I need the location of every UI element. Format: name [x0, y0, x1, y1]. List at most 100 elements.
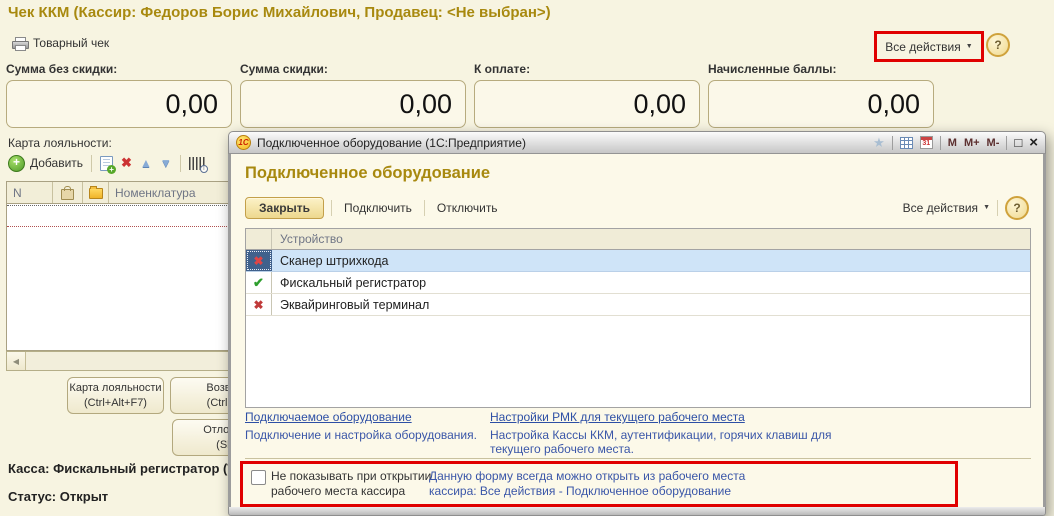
close-icon[interactable]: × [1029, 135, 1038, 150]
dialog-heading: Подключенное оборудование [245, 164, 491, 182]
column-bag[interactable] [53, 182, 83, 203]
plus-circle-icon: + [8, 154, 25, 172]
main-all-actions-button[interactable]: Все действия ▼ [874, 31, 984, 62]
table-row[interactable]: ✔ Фискальный регистратор [246, 272, 1030, 294]
status-line: Статус: Открыт [8, 489, 108, 504]
footer-hint-text: Данную форму всегда можно открыть из раб… [429, 469, 746, 498]
toolbar-separator [997, 199, 998, 216]
toolbar-separator [91, 154, 93, 172]
button-shortcut: (Ctrl+Alt+F7) [84, 396, 147, 409]
field-label: Сумма без скидки: [6, 62, 118, 76]
dialog-toolbar: Закрыть Подключить Отключить Все действи… [245, 195, 1029, 220]
connect-button[interactable]: Подключить [339, 201, 417, 215]
move-up-icon[interactable]: ▲ [140, 156, 152, 170]
titlebar-separator [939, 135, 941, 150]
maximize-icon[interactable]: □ [1014, 136, 1022, 149]
status-column [246, 229, 272, 249]
sum-without-discount-field[interactable]: 0,00 [6, 80, 232, 128]
link-description: Настройка Кассы ККМ, аутентификации, гор… [490, 428, 832, 456]
column-n[interactable]: N [7, 182, 53, 203]
disconnected-cross-icon: ✖ [253, 253, 264, 268]
toolbar-separator [423, 199, 425, 216]
connected-equipment-dialog: 1С Подключенное оборудование (1С:Предпри… [228, 131, 1046, 516]
delete-icon[interactable]: ✖ [121, 155, 132, 171]
1c-logo-icon: 1С [236, 135, 251, 150]
memory-mplus-button[interactable]: M+ [964, 137, 980, 149]
dialog-all-actions-button[interactable]: Все действия ▼ [903, 201, 990, 215]
kassa-label: Касса: [8, 461, 50, 476]
discount-sum-field[interactable]: 0,00 [240, 80, 466, 128]
add-button-label: Добавить [30, 156, 84, 170]
link-rmk-settings[interactable]: Настройки РМК для текущего рабочего мест… [490, 410, 745, 424]
table-row[interactable]: ✖ Эквайринговый терминал [246, 294, 1030, 316]
page-title: Чек ККМ (Кассир: Федоров Борис Михайлови… [8, 4, 551, 21]
accrued-points-field[interactable]: 0,00 [708, 80, 934, 128]
kassa-status-line: Касса: Фискальный регистратор (Т [8, 461, 235, 476]
chevron-down-icon: ▼ [965, 43, 973, 50]
product-receipt-label: Товарный чек [33, 36, 110, 50]
device-column-header[interactable]: Устройство [272, 232, 1030, 246]
connected-check-icon: ✔ [253, 274, 264, 290]
loyalty-card-button[interactable]: Карта лояльности (Ctrl+Alt+F7) [67, 377, 164, 414]
device-name: Фискальный регистратор [280, 275, 427, 290]
items-toolbar: + Добавить ✖ ▲ ▼ [8, 150, 208, 176]
dialog-help-button[interactable]: ? [1005, 195, 1029, 220]
total-accrued-points: Начисленные баллы: 0,00 [708, 62, 934, 128]
product-receipt-button[interactable]: Товарный чек [12, 36, 110, 51]
column-folder[interactable] [83, 182, 109, 203]
dialog-titlebar[interactable]: 1С Подключенное оборудование (1С:Предпри… [228, 131, 1046, 154]
total-sum-without-discount: Сумма без скидки: 0,00 [6, 62, 232, 128]
bag-icon [61, 185, 74, 200]
link-connectable-equipment[interactable]: Подключаемое оборудование [245, 410, 412, 424]
dialog-title: Подключенное оборудование (1С:Предприяти… [257, 135, 526, 150]
device-name: Сканер штрихкода [280, 253, 389, 268]
chevron-down-icon: ▼ [983, 204, 990, 211]
dont-show-checkbox[interactable] [251, 470, 266, 485]
printer-icon [12, 37, 29, 51]
favorites-star-icon[interactable]: ★ [873, 136, 885, 149]
total-to-pay: К оплате: 0,00 [474, 62, 700, 128]
screen: Чек ККМ (Кассир: Федоров Борис Михайлови… [0, 0, 1054, 516]
scroll-left-icon[interactable]: ◀ [7, 352, 26, 370]
status-label: Статус: [8, 489, 57, 504]
kassa-value: Фискальный регистратор (Т [53, 461, 236, 476]
titlebar-buttons: ★ 31 M M+ M- □ × [873, 135, 1038, 150]
titlebar-separator [891, 135, 893, 150]
device-name: Эквайринговый терминал [280, 297, 430, 312]
toolbar-separator [179, 154, 181, 172]
main-help-button[interactable]: ? [986, 33, 1010, 57]
barcode-search-icon[interactable] [188, 156, 208, 173]
status-cell: ✖ [246, 294, 272, 315]
main-all-actions-label: Все действия [885, 39, 961, 54]
memory-mminus-button[interactable]: M- [987, 137, 1000, 149]
dialog-bottom-frame [228, 507, 1046, 516]
field-label: Начисленные баллы: [708, 62, 837, 76]
titlebar-separator [1006, 135, 1008, 150]
dialog-all-actions-label: Все действия [902, 200, 979, 215]
table-row[interactable]: ✖ Сканер штрихкода [246, 250, 1030, 272]
disconnect-button[interactable]: Отключить [432, 201, 503, 215]
total-discount-sum: Сумма скидки: 0,00 [240, 62, 466, 128]
status-cell: ✖ [246, 250, 272, 271]
footer-highlight-box: Не показывать при открытии рабочего мест… [240, 461, 958, 507]
loyalty-card-label: Карта лояльности: [8, 136, 112, 150]
folder-icon [88, 186, 103, 199]
toolbar-separator [331, 199, 333, 216]
calendar-icon[interactable]: 31 [919, 136, 933, 149]
to-pay-field[interactable]: 0,00 [474, 80, 700, 128]
disconnected-cross-icon: ✖ [253, 297, 264, 312]
button-label: Карта лояльности [69, 382, 162, 394]
devices-table-header: Устройство [246, 229, 1030, 250]
status-value: Открыт [59, 489, 109, 504]
move-down-icon[interactable]: ▼ [160, 156, 172, 170]
close-dialog-button[interactable]: Закрыть [245, 196, 325, 219]
calculator-icon[interactable] [899, 136, 913, 149]
status-cell: ✔ [246, 272, 272, 293]
memory-m-button[interactable]: M [948, 137, 957, 149]
copy-icon[interactable] [100, 155, 117, 174]
field-label: К оплате: [474, 62, 531, 76]
add-button[interactable]: + Добавить [8, 154, 84, 172]
dont-show-checkbox-label[interactable]: Не показывать при открытии рабочего мест… [271, 469, 439, 499]
field-label: Сумма скидки: [240, 62, 328, 76]
link-description: Подключение и настройка оборудования. [245, 428, 477, 442]
